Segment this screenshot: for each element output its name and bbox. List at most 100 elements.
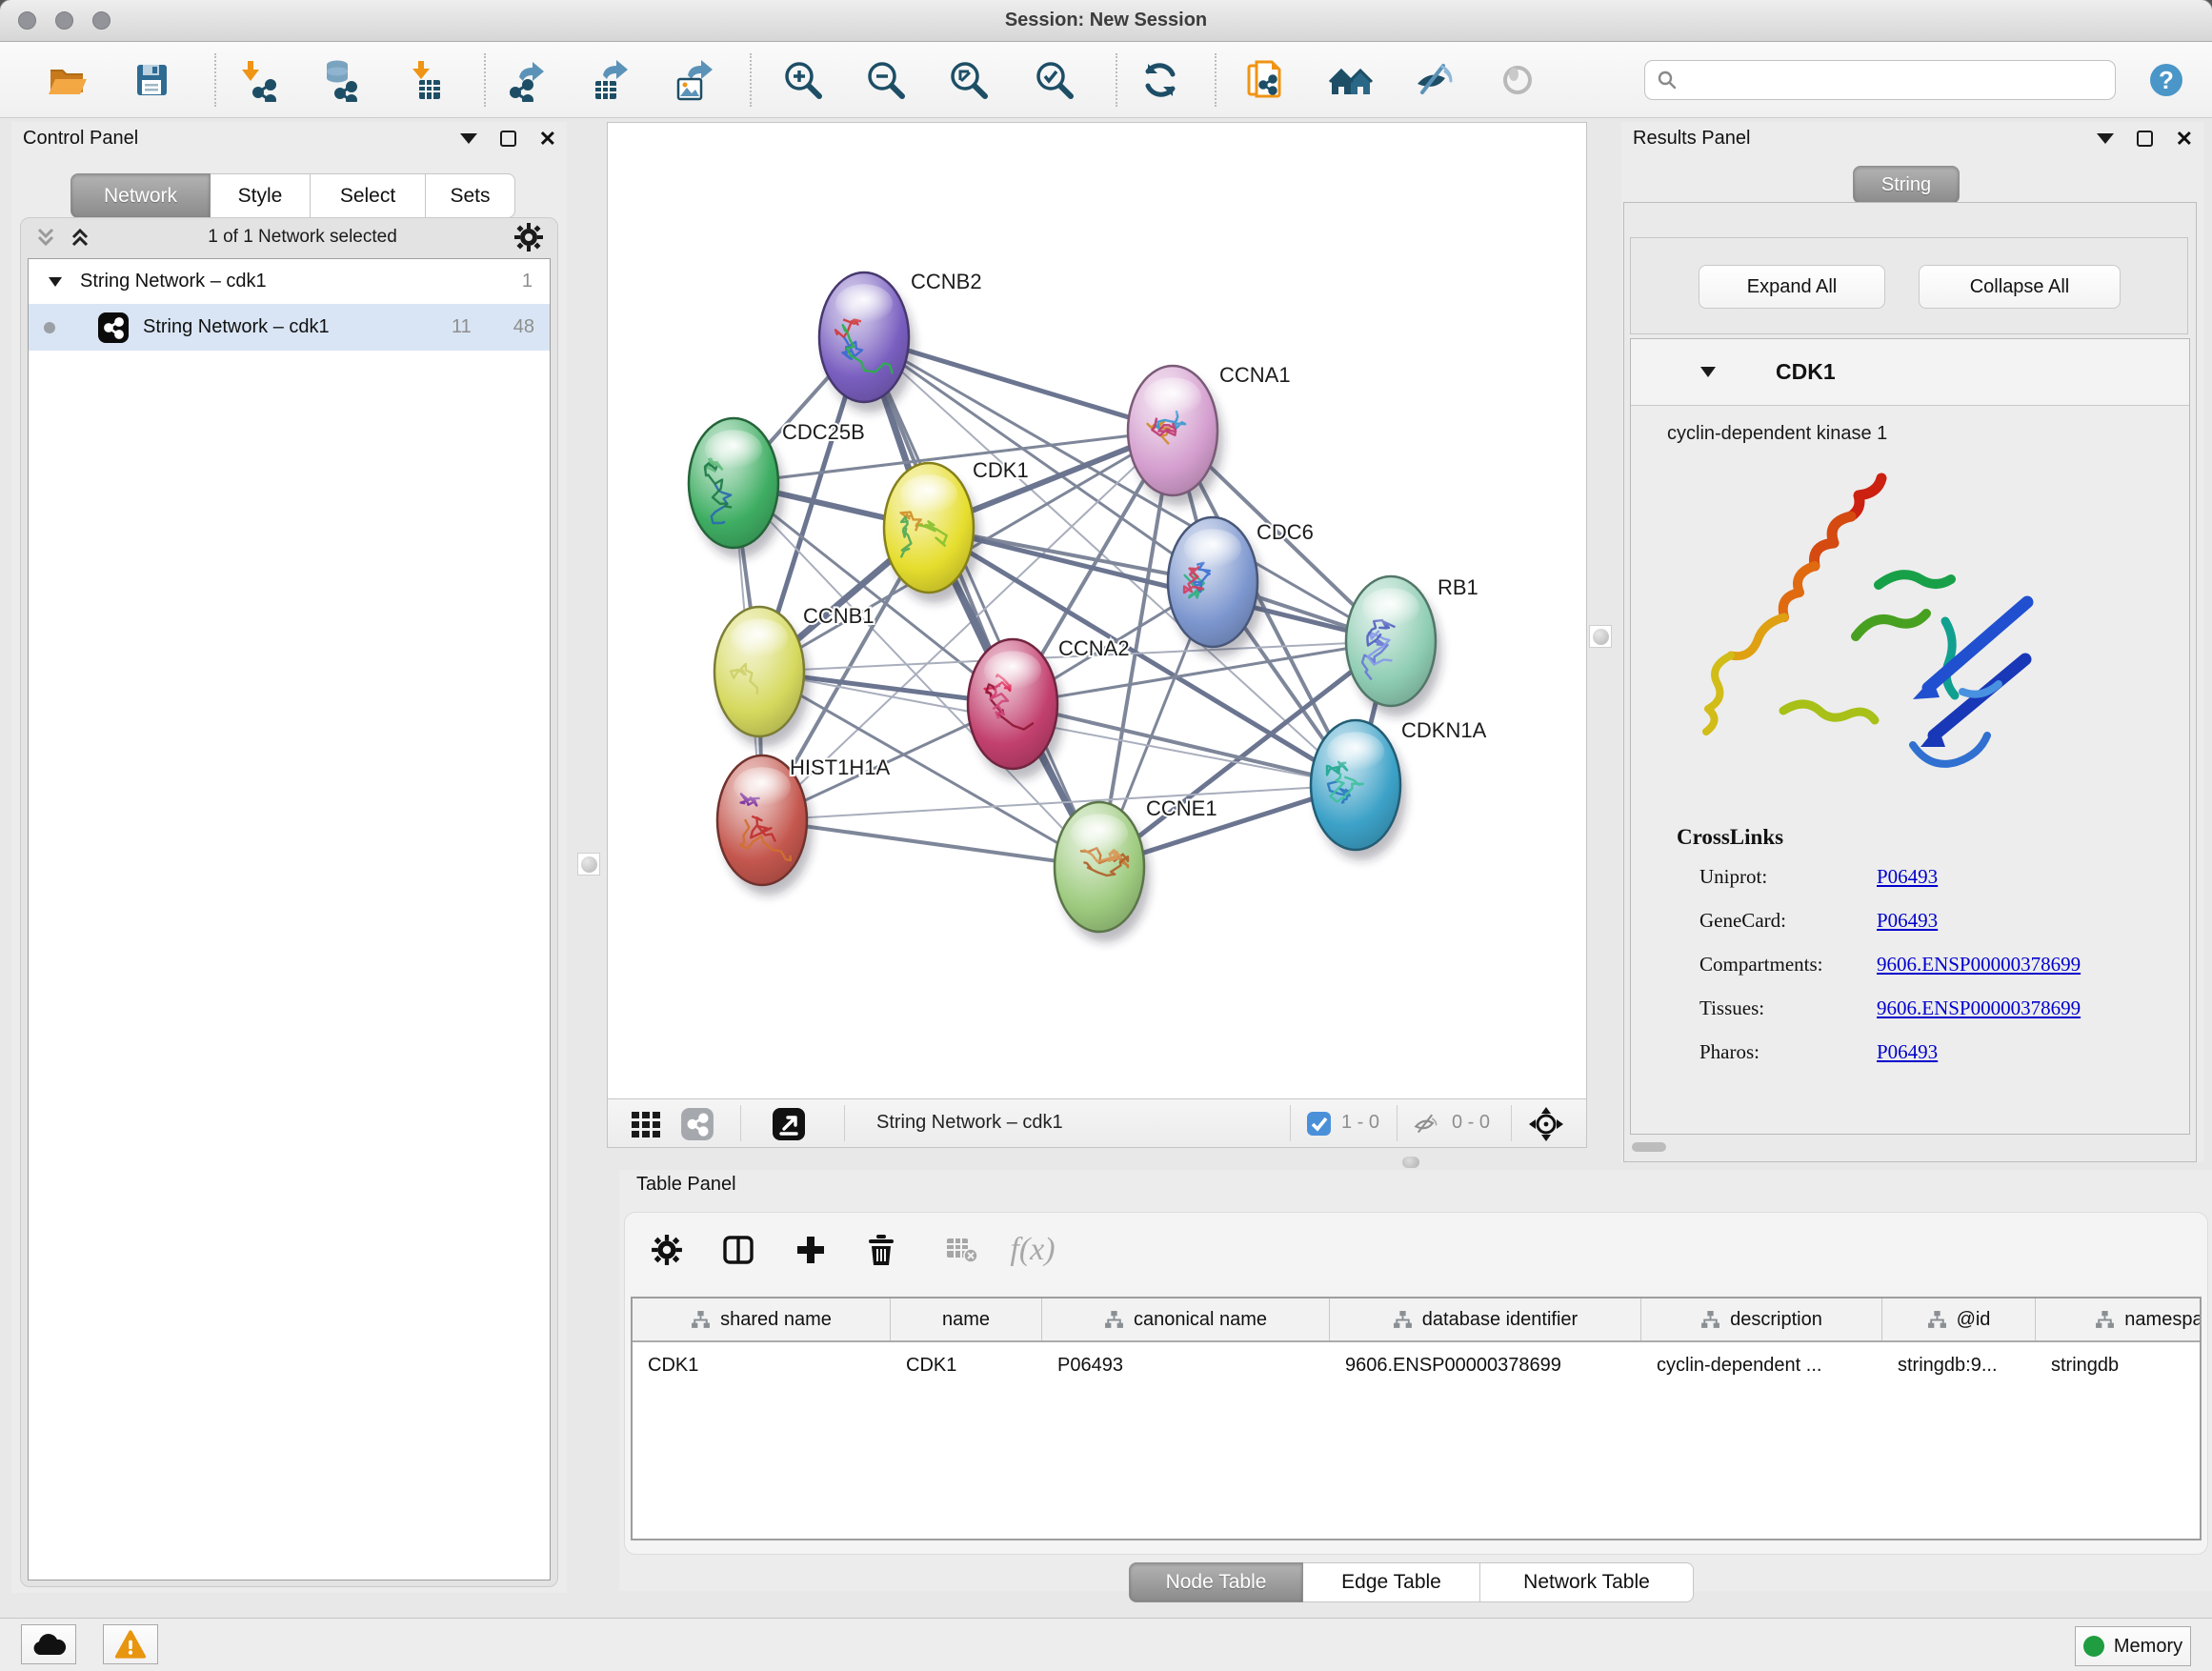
panel-float-icon[interactable] <box>2137 131 2153 147</box>
column-header-namespace[interactable]: namespace <box>2036 1299 2202 1340</box>
expand-all-networks-icon[interactable] <box>69 225 91 250</box>
edge-HIST1H1A-CCNE1[interactable] <box>762 820 1099 867</box>
network-row-selected[interactable]: String Network – cdk1 11 48 <box>29 304 550 351</box>
collapse-all-networks-icon[interactable] <box>34 225 57 250</box>
collection-count: 1 <box>522 271 533 292</box>
network-view-dot-icon <box>44 322 55 333</box>
node-CDKN1A[interactable] <box>1311 720 1400 850</box>
table-cell: cyclin-dependent ... <box>1641 1355 1882 1377</box>
crosslink-value-link[interactable]: 9606.ENSP00000378699 <box>1877 997 2081 1020</box>
import-network-icon[interactable] <box>234 55 284 105</box>
crosslink-value-link[interactable]: P06493 <box>1877 909 1938 933</box>
column-header-@id[interactable]: @id <box>1882 1299 2036 1340</box>
grid-view-icon[interactable] <box>625 1099 667 1148</box>
tree-expand-icon[interactable] <box>48 276 63 288</box>
node-count: 11 <box>452 316 472 338</box>
tab-sets[interactable]: Sets <box>426 173 515 218</box>
cloud-button[interactable] <box>21 1624 76 1664</box>
panel-menu-icon[interactable] <box>460 133 477 144</box>
node-CCNA1[interactable] <box>1128 366 1217 495</box>
edge-CCNA2-CDKN1A[interactable] <box>1013 704 1356 785</box>
column-header-database-identifier[interactable]: database identifier <box>1330 1299 1641 1340</box>
import-network-from-database-icon[interactable] <box>315 55 365 105</box>
export-image-icon[interactable] <box>668 55 717 105</box>
right-splitter-handle[interactable] <box>1589 625 1612 648</box>
birds-eye-view-icon[interactable] <box>1528 1106 1564 1142</box>
table-options-gear-icon[interactable] <box>645 1228 689 1272</box>
network-collection-row[interactable]: String Network – cdk1 1 <box>29 259 550 304</box>
zoom-selected-icon[interactable] <box>1030 55 1079 105</box>
column-header-description[interactable]: description <box>1641 1299 1882 1340</box>
tab-network-table[interactable]: Network Table <box>1480 1562 1694 1602</box>
zoom-in-icon[interactable] <box>778 55 828 105</box>
column-header-canonical-name[interactable]: canonical name <box>1042 1299 1330 1340</box>
results-scroll-thumb[interactable] <box>1632 1142 1666 1152</box>
panel-menu-icon[interactable] <box>2097 133 2114 144</box>
import-table-icon[interactable] <box>402 55 452 105</box>
collapse-gene-icon[interactable] <box>1699 366 1717 378</box>
tab-edge-table[interactable]: Edge Table <box>1303 1562 1480 1602</box>
horizontal-splitter-handle[interactable] <box>1402 1157 1419 1168</box>
detach-view-icon[interactable] <box>768 1099 810 1148</box>
column-header-shared-name[interactable]: shared name <box>633 1299 891 1340</box>
crosslink-value-link[interactable]: P06493 <box>1877 865 1938 889</box>
crosslink-row: Compartments:9606.ENSP00000378699 <box>1631 953 2189 997</box>
save-session-icon[interactable] <box>127 55 176 105</box>
control-panel: Control Panel ✕ NetworkStyleSelectSets 1… <box>11 122 567 1593</box>
share-document-icon[interactable] <box>1240 55 1290 105</box>
network-options-gear-icon[interactable] <box>513 222 544 252</box>
node-CDC25B[interactable] <box>689 418 778 548</box>
node-CCNB2[interactable] <box>819 272 909 402</box>
panel-close-icon[interactable]: ✕ <box>2176 129 2193 150</box>
panel-float-icon[interactable] <box>500 131 516 147</box>
node-CCNE1[interactable] <box>1055 802 1144 932</box>
node-RB1[interactable] <box>1346 576 1436 706</box>
show-columns-icon[interactable] <box>716 1228 760 1272</box>
crosslink-value-link[interactable]: P06493 <box>1877 1040 1938 1064</box>
tab-style[interactable]: Style <box>211 173 311 218</box>
export-table-icon[interactable] <box>585 55 634 105</box>
search-field[interactable] <box>1644 60 2116 100</box>
tab-select[interactable]: Select <box>311 173 426 218</box>
show-graphics-details-icon[interactable] <box>1493 55 1542 105</box>
home-icon[interactable] <box>1326 55 1376 105</box>
node-CCNA2[interactable] <box>968 639 1057 769</box>
column-header-name[interactable]: name <box>891 1299 1042 1340</box>
refresh-layout-icon[interactable] <box>1136 55 1185 105</box>
hidden-stat: 0 - 0 <box>1452 1112 1490 1134</box>
tab-node-table[interactable]: Node Table <box>1129 1562 1303 1602</box>
gene-card-header[interactable]: CDK1 <box>1631 339 2189 406</box>
warnings-button[interactable] <box>103 1624 158 1664</box>
results-panel: Results Panel ✕ String Expand All Collap… <box>1621 122 2204 1162</box>
export-network-icon[interactable] <box>501 55 551 105</box>
tab-network[interactable]: Network <box>70 173 211 218</box>
help-icon[interactable]: ? <box>2142 55 2191 105</box>
table-row[interactable]: CDK1CDK1P064939606.ENSP00000378699cyclin… <box>633 1342 2200 1388</box>
node-CDC6[interactable] <box>1168 517 1257 647</box>
node-label-CCNA2: CCNA2 <box>1058 636 1130 660</box>
edge-CCNB2-CCNE1[interactable] <box>864 337 1099 867</box>
expand-all-button[interactable]: Expand All <box>1699 265 1885 309</box>
hidden-eye-icon <box>1410 1111 1440 1137</box>
crosslink-value-link[interactable]: 9606.ENSP00000378699 <box>1877 953 2081 976</box>
tab-string[interactable]: String <box>1853 166 1960 204</box>
zoom-fit-icon[interactable] <box>944 55 994 105</box>
network-canvas[interactable]: CCNB2CCNA1CDC25BCDK1CDC6RB1CCNB1CCNA2CDK… <box>608 123 1586 1098</box>
left-splitter-handle[interactable] <box>577 853 600 876</box>
memory-button[interactable]: Memory <box>2075 1626 2191 1666</box>
application-window: Session: New Session <box>0 0 2212 1671</box>
node-CCNB1[interactable] <box>714 607 804 736</box>
node-CDK1[interactable] <box>884 463 974 593</box>
node-label-HIST1H1A: HIST1H1A <box>790 755 890 779</box>
node-table: shared namenamecanonical namedatabase id… <box>631 1297 2202 1540</box>
zoom-out-icon[interactable] <box>861 55 911 105</box>
title-bar: Session: New Session <box>0 0 2212 42</box>
open-session-icon[interactable] <box>42 55 91 105</box>
collapse-all-button[interactable]: Collapse All <box>1919 265 2121 309</box>
delete-column-icon[interactable] <box>859 1228 903 1272</box>
search-input[interactable] <box>1685 70 2115 91</box>
hide-visual-properties-icon[interactable] <box>1408 55 1458 105</box>
panel-close-icon[interactable]: ✕ <box>539 129 556 150</box>
selected-nodes-checkbox-icon[interactable] <box>1306 1111 1332 1137</box>
add-column-icon[interactable] <box>789 1228 833 1272</box>
